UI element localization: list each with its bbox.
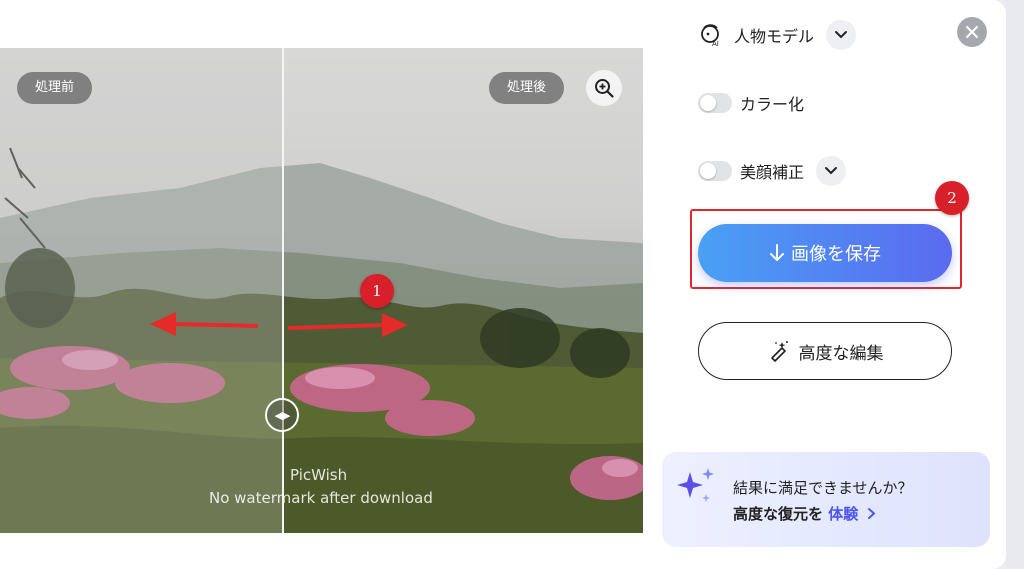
photo-scene — [0, 48, 643, 533]
after-label: 処理後 — [489, 72, 565, 104]
drag-hint-arrows — [150, 312, 408, 337]
zoom-in-button[interactable] — [586, 70, 622, 106]
chevron-down-icon — [835, 31, 848, 39]
close-icon — [966, 26, 978, 38]
promo-try-label: 体験 — [828, 505, 859, 523]
advanced-edit-label: 高度な編集 — [798, 343, 884, 364]
watermark-note: No watermark after download — [209, 489, 433, 507]
model-dropdown-button[interactable] — [826, 20, 857, 50]
backdrop — [1006, 0, 1024, 569]
colorize-option: カラー化 — [698, 91, 804, 115]
sparkle-icon — [677, 468, 714, 502]
svg-text:AI: AI — [712, 40, 719, 48]
step-badge-1: 1 — [360, 274, 394, 308]
colorize-label: カラー化 — [740, 95, 805, 114]
promo-try-link[interactable]: 体験 — [828, 505, 876, 523]
comparison-preview[interactable]: ◀▶ 処理前 処理後 PicWish No watermark after do… — [0, 48, 643, 533]
advanced-restore-promo: 結果に満足できませんか？ 高度な復元を 体験 — [662, 452, 990, 547]
watermark-brand: PicWish — [290, 466, 348, 484]
zoom-in-icon — [595, 79, 614, 98]
beauty-dropdown-button[interactable] — [816, 156, 847, 186]
save-image-label: 画像を保存 — [791, 244, 881, 265]
beauty-label: 美顔補正 — [740, 163, 805, 182]
save-image-button[interactable]: 画像を保存 — [698, 224, 952, 282]
model-label: 人物モデル — [734, 27, 815, 46]
before-overlay — [0, 48, 283, 533]
colorize-toggle[interactable] — [698, 93, 732, 113]
promo-cta-text: 高度な復元を — [733, 505, 824, 523]
promo-question: 結果に満足できませんか？ — [733, 479, 913, 497]
chevron-down-icon — [825, 167, 838, 175]
model-selector[interactable]: AI 人物モデル — [698, 20, 857, 50]
before-label: 処理前 — [17, 72, 93, 104]
ai-model-icon: AI — [701, 24, 719, 48]
step-badge-2: 2 — [935, 181, 969, 215]
beauty-toggle[interactable] — [698, 161, 732, 181]
download-arrow-icon — [770, 244, 784, 261]
close-button[interactable] — [957, 17, 987, 47]
comparison-divider — [282, 48, 284, 533]
comparison-slider-handle[interactable]: ◀▶ — [265, 398, 299, 432]
promo-cta: 高度な復元を 体験 — [733, 503, 877, 524]
advanced-edit-button[interactable]: 高度な編集 — [698, 322, 952, 380]
magic-wand-icon — [770, 341, 788, 362]
beauty-option: 美顔補正 — [698, 156, 847, 186]
chevron-right-icon — [867, 508, 875, 519]
